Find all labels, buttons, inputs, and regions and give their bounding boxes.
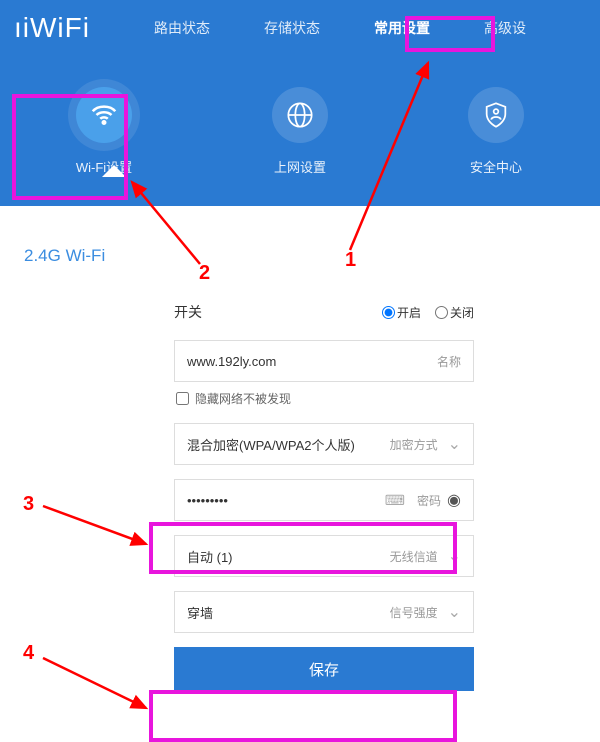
encryption-select[interactable]: 混合加密(WPA/WPA2个人版) 加密方式 ⌄ bbox=[174, 423, 474, 465]
strength-select[interactable]: 穿墙 信号强度 ⌄ bbox=[174, 591, 474, 633]
encryption-label: 加密方式 bbox=[390, 436, 438, 453]
strength-value: 穿墙 bbox=[187, 603, 382, 622]
nav-common-settings[interactable]: 常用设置 bbox=[370, 0, 434, 56]
subnav-label: 安全中心 bbox=[470, 157, 522, 176]
shield-icon bbox=[468, 87, 524, 143]
channel-select[interactable]: 自动 (1) 无线信道 ⌄ bbox=[174, 535, 474, 577]
switch-on-radio[interactable]: 开启 bbox=[382, 304, 421, 321]
annotation-number-4: 4 bbox=[23, 642, 34, 665]
nav-advanced[interactable]: 高级设 bbox=[480, 0, 530, 56]
password-label: 密码 bbox=[417, 492, 441, 509]
chevron-down-icon: ⌄ bbox=[448, 546, 461, 566]
globe-icon bbox=[272, 87, 328, 143]
password-field[interactable]: ⌨ 密码 ◉ bbox=[174, 479, 474, 521]
subnav-wifi-settings[interactable]: Wi-Fi设置 bbox=[47, 87, 162, 176]
nav-router-status[interactable]: 路由状态 bbox=[150, 0, 214, 56]
channel-label: 无线信道 bbox=[390, 548, 438, 565]
wifi-icon bbox=[76, 87, 132, 143]
encryption-value: 混合加密(WPA/WPA2个人版) bbox=[187, 435, 382, 454]
annotation-number-3: 3 bbox=[23, 493, 34, 516]
name-input[interactable] bbox=[187, 354, 429, 369]
subnav-internet-settings[interactable]: 上网设置 bbox=[243, 87, 358, 176]
switch-off-radio[interactable]: 关闭 bbox=[435, 304, 474, 321]
name-label: 名称 bbox=[437, 353, 461, 370]
section-title: 2.4G Wi-Fi bbox=[24, 246, 576, 266]
hide-network-label: 隐藏网络不被发现 bbox=[195, 390, 291, 407]
chevron-down-icon: ⌄ bbox=[448, 602, 461, 622]
sub-nav: Wi-Fi设置 上网设置 安全中心 bbox=[0, 56, 600, 206]
annotation-number-1: 1 bbox=[345, 249, 356, 272]
chevron-down-icon: ⌄ bbox=[448, 434, 461, 454]
logo: ıiWiFi bbox=[14, 12, 90, 44]
hide-network-checkbox[interactable] bbox=[176, 392, 189, 405]
eye-icon[interactable]: ◉ bbox=[447, 490, 461, 510]
channel-value: 自动 (1) bbox=[187, 547, 382, 566]
switch-label: 开关 bbox=[174, 302, 254, 322]
nav-storage-status[interactable]: 存储状态 bbox=[260, 0, 324, 56]
subnav-security-center[interactable]: 安全中心 bbox=[439, 87, 554, 176]
active-indicator bbox=[102, 165, 126, 177]
name-field[interactable]: 名称 bbox=[174, 340, 474, 382]
annotation-box-4 bbox=[149, 690, 457, 742]
keyboard-icon[interactable]: ⌨ bbox=[385, 492, 405, 509]
subnav-label: 上网设置 bbox=[274, 157, 326, 176]
password-input[interactable] bbox=[187, 493, 385, 508]
annotation-number-2: 2 bbox=[199, 262, 210, 285]
strength-label: 信号强度 bbox=[390, 604, 438, 621]
top-nav: 路由状态 存储状态 常用设置 高级设 bbox=[150, 0, 530, 56]
save-button[interactable]: 保存 bbox=[174, 647, 474, 691]
